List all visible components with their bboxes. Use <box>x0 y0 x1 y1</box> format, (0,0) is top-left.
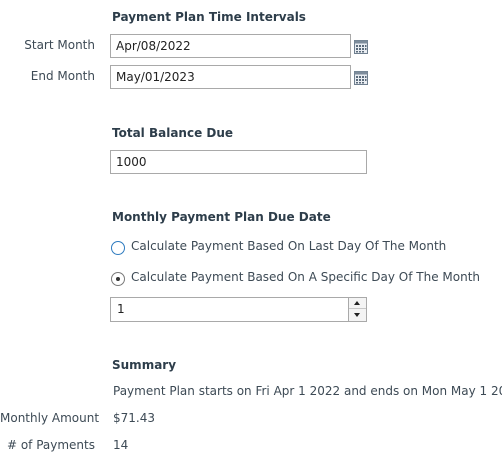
monthly-amount-value: $71.43 <box>113 411 155 425</box>
summary-section-title: Summary <box>112 358 177 372</box>
calendar-icon[interactable] <box>354 71 368 85</box>
end-month-input[interactable] <box>110 65 351 89</box>
monthly-amount-label: Monthly Amount <box>0 411 100 425</box>
radio-last-day[interactable] <box>111 241 125 255</box>
arrow-up-icon <box>354 301 360 305</box>
start-month-input[interactable] <box>110 34 351 58</box>
calendar-icon[interactable] <box>354 40 368 54</box>
num-payments-value: 14 <box>113 438 129 452</box>
summary-description: Payment Plan starts on Fri Apr 1 2022 an… <box>113 384 502 398</box>
stepper-buttons <box>348 298 366 321</box>
end-month-label: End Month <box>30 69 95 83</box>
intervals-section-title: Payment Plan Time Intervals <box>112 10 306 24</box>
stepper-up-button[interactable] <box>349 298 366 309</box>
stepper-down-button[interactable] <box>349 310 366 321</box>
num-payments-label: # of Payments <box>6 438 95 452</box>
radio-specific-day-label[interactable]: Calculate Payment Based On A Specific Da… <box>131 270 480 284</box>
arrow-down-icon <box>354 313 360 317</box>
radio-last-day-label[interactable]: Calculate Payment Based On Last Day Of T… <box>131 239 446 253</box>
balance-section-title: Total Balance Due <box>112 126 234 140</box>
start-month-label: Start Month <box>24 38 95 52</box>
day-of-month-value[interactable]: 1 <box>117 298 125 321</box>
day-of-month-stepper[interactable]: 1 <box>110 297 367 322</box>
total-balance-input[interactable] <box>110 150 367 174</box>
due-date-section-title: Monthly Payment Plan Due Date <box>112 210 331 224</box>
radio-specific-day[interactable] <box>111 272 125 286</box>
